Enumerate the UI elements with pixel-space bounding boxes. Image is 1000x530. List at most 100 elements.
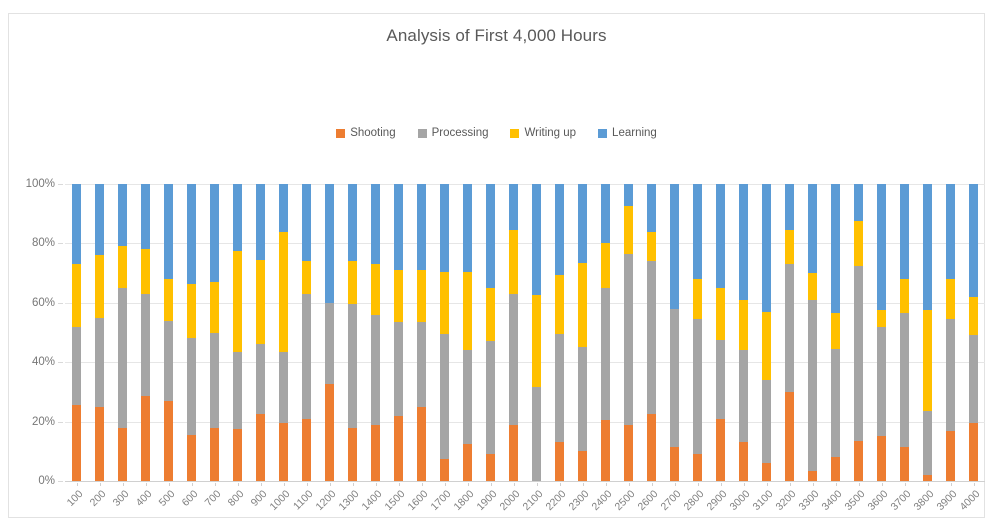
bar-group[interactable] xyxy=(203,184,226,481)
bar-segment-shooting[interactable] xyxy=(233,429,242,481)
bar-group[interactable] xyxy=(65,184,88,481)
bar-segment-learning[interactable] xyxy=(877,184,886,311)
bar-segment-processing[interactable] xyxy=(141,293,150,397)
bar-segment-processing[interactable] xyxy=(118,287,127,428)
stacked-bar[interactable] xyxy=(417,184,426,481)
bar-segment-writing-up[interactable] xyxy=(555,274,564,334)
bar-segment-shooting[interactable] xyxy=(440,458,449,481)
bar-segment-learning[interactable] xyxy=(95,184,104,256)
bar-segment-learning[interactable] xyxy=(417,184,426,271)
bar-segment-processing[interactable] xyxy=(693,319,702,455)
bar-segment-shooting[interactable] xyxy=(601,420,610,481)
stacked-bar[interactable] xyxy=(693,184,702,481)
bar-segment-writing-up[interactable] xyxy=(302,261,311,294)
bar-group[interactable] xyxy=(502,184,525,481)
bar-segment-processing[interactable] xyxy=(279,351,288,424)
bar-segment-shooting[interactable] xyxy=(141,396,150,481)
bar-segment-learning[interactable] xyxy=(394,184,403,271)
stacked-bar[interactable] xyxy=(877,184,886,481)
bar-segment-processing[interactable] xyxy=(808,299,817,471)
bar-segment-shooting[interactable] xyxy=(578,451,587,481)
stacked-bar[interactable] xyxy=(164,184,173,481)
bar-segment-shooting[interactable] xyxy=(463,443,472,481)
bar-segment-processing[interactable] xyxy=(762,380,771,464)
bar-segment-writing-up[interactable] xyxy=(118,246,127,288)
stacked-bar[interactable] xyxy=(279,184,288,481)
bar-segment-learning[interactable] xyxy=(923,184,932,311)
bar-segment-learning[interactable] xyxy=(946,184,955,280)
bar-segment-shooting[interactable] xyxy=(279,423,288,481)
stacked-bar[interactable] xyxy=(463,184,472,481)
bar-segment-learning[interactable] xyxy=(785,184,794,231)
stacked-bar[interactable] xyxy=(187,184,196,481)
bar-group[interactable] xyxy=(479,184,502,481)
bar-segment-learning[interactable] xyxy=(900,184,909,280)
bar-segment-shooting[interactable] xyxy=(808,470,817,481)
bar-segment-processing[interactable] xyxy=(854,265,863,441)
bar-segment-shooting[interactable] xyxy=(785,391,794,481)
stacked-bar[interactable] xyxy=(601,184,610,481)
bar-segment-processing[interactable] xyxy=(486,341,495,455)
bar-segment-learning[interactable] xyxy=(325,184,334,303)
stacked-bar[interactable] xyxy=(900,184,909,481)
bar-segment-writing-up[interactable] xyxy=(348,261,357,305)
bar-segment-processing[interactable] xyxy=(187,338,196,435)
bar-segment-processing[interactable] xyxy=(348,304,357,428)
bar-segment-writing-up[interactable] xyxy=(808,273,817,300)
bar-group[interactable] xyxy=(134,184,157,481)
bar-segment-processing[interactable] xyxy=(923,411,932,476)
bar-segment-writing-up[interactable] xyxy=(463,271,472,351)
bar-segment-shooting[interactable] xyxy=(486,454,495,481)
stacked-bar[interactable] xyxy=(141,184,150,481)
stacked-bar[interactable] xyxy=(302,184,311,481)
bar-group[interactable] xyxy=(916,184,939,481)
stacked-bar[interactable] xyxy=(670,184,679,481)
stacked-bar[interactable] xyxy=(486,184,495,481)
bar-segment-learning[interactable] xyxy=(210,184,219,283)
bar-segment-learning[interactable] xyxy=(72,184,81,265)
bar-segment-shooting[interactable] xyxy=(72,405,81,481)
stacked-bar[interactable] xyxy=(233,184,242,481)
bar-segment-shooting[interactable] xyxy=(394,415,403,481)
stacked-bar[interactable] xyxy=(716,184,725,481)
bar-segment-shooting[interactable] xyxy=(831,457,840,481)
bar-segment-writing-up[interactable] xyxy=(417,270,426,323)
bar-group[interactable] xyxy=(272,184,295,481)
bar-segment-learning[interactable] xyxy=(739,184,748,300)
bar-segment-learning[interactable] xyxy=(187,184,196,284)
bar-group[interactable] xyxy=(640,184,663,481)
stacked-bar[interactable] xyxy=(647,184,656,481)
bar-group[interactable] xyxy=(686,184,709,481)
bar-group[interactable] xyxy=(801,184,824,481)
bar-segment-writing-up[interactable] xyxy=(164,279,173,321)
bar-group[interactable] xyxy=(226,184,249,481)
bar-segment-learning[interactable] xyxy=(302,184,311,262)
bar-segment-writing-up[interactable] xyxy=(969,296,978,336)
bar-segment-processing[interactable] xyxy=(946,319,955,431)
bar-segment-writing-up[interactable] xyxy=(785,230,794,265)
bar-segment-learning[interactable] xyxy=(601,184,610,244)
stacked-bar[interactable] xyxy=(325,184,334,481)
bar-segment-learning[interactable] xyxy=(854,184,863,222)
bar-segment-shooting[interactable] xyxy=(693,454,702,481)
bar-segment-writing-up[interactable] xyxy=(923,310,932,412)
bar-segment-writing-up[interactable] xyxy=(440,271,449,334)
bar-segment-processing[interactable] xyxy=(900,313,909,447)
bar-segment-shooting[interactable] xyxy=(95,406,104,481)
bar-group[interactable] xyxy=(732,184,755,481)
bar-segment-processing[interactable] xyxy=(302,293,311,419)
bar-segment-shooting[interactable] xyxy=(900,446,909,481)
bar-segment-shooting[interactable] xyxy=(946,430,955,481)
bar-segment-processing[interactable] xyxy=(210,332,219,428)
bar-group[interactable] xyxy=(617,184,640,481)
bar-segment-learning[interactable] xyxy=(371,184,380,265)
bar-segment-writing-up[interactable] xyxy=(279,231,288,352)
bar-segment-shooting[interactable] xyxy=(509,424,518,481)
bar-segment-processing[interactable] xyxy=(877,326,886,437)
bar-group[interactable] xyxy=(456,184,479,481)
stacked-bar[interactable] xyxy=(923,184,932,481)
bar-segment-shooting[interactable] xyxy=(371,424,380,481)
stacked-bar[interactable] xyxy=(256,184,265,481)
bar-segment-shooting[interactable] xyxy=(555,442,564,481)
stacked-bar[interactable] xyxy=(371,184,380,481)
